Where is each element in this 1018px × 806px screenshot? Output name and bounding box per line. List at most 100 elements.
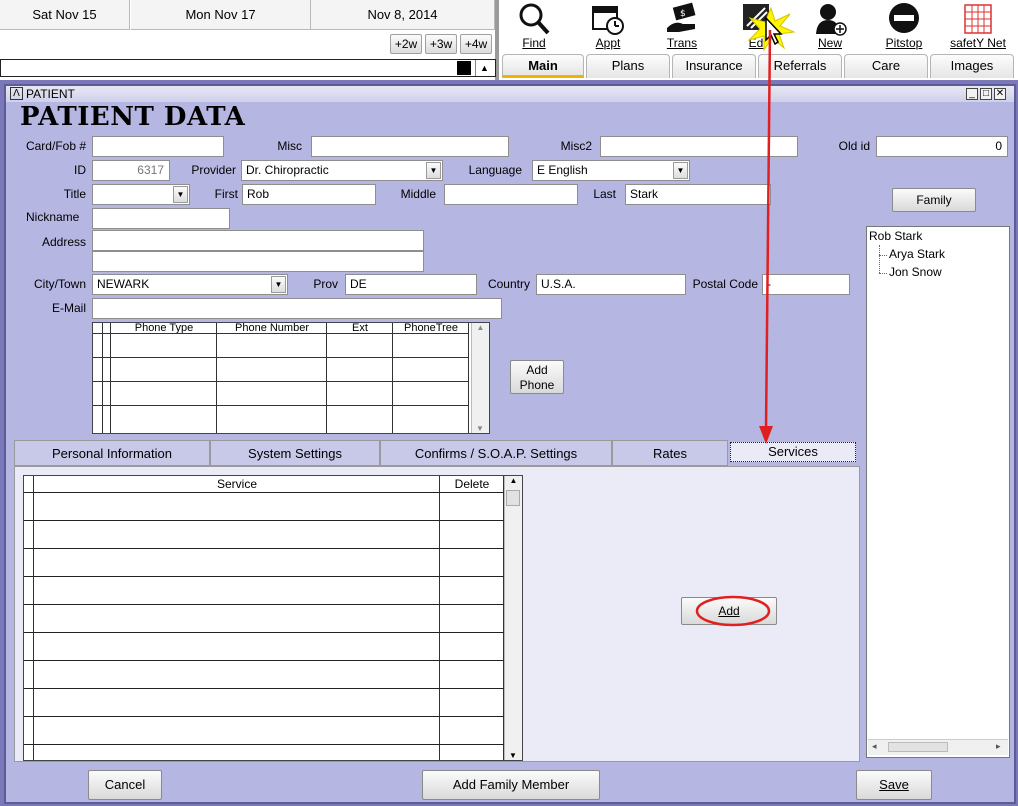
appt-label: Appt (595, 36, 621, 50)
save-button[interactable]: Save (856, 770, 932, 800)
postal-label: Postal Code (692, 277, 758, 291)
scroll-down-arrow-icon[interactable]: ▼ (472, 424, 488, 433)
delete-header: Delete (454, 477, 490, 491)
close-icon[interactable]: ✕ (994, 88, 1006, 100)
grid-line (24, 744, 504, 745)
grid-line (24, 604, 504, 605)
chevron-down-icon[interactable]: ▼ (271, 276, 286, 293)
old-id-input[interactable]: 0 (876, 136, 1008, 157)
find-button[interactable]: Find (499, 0, 569, 52)
cancel-button[interactable]: Cancel (88, 770, 162, 800)
tree-node-child[interactable]: Arya Stark (889, 247, 945, 261)
date-cell-3[interactable]: Nov 8, 2014 (311, 0, 495, 30)
tree-node-child[interactable]: Jon Snow (889, 265, 942, 279)
services-grid[interactable]: Service Delete ▲ ▼ (23, 475, 523, 761)
scroll-up-arrow-icon[interactable]: ▲ (505, 476, 522, 485)
scroll-thumb[interactable] (457, 61, 471, 75)
new-label: New (817, 36, 842, 50)
safety-net-icon (964, 4, 992, 34)
id-field: 6317 (92, 160, 170, 181)
tree-line (879, 255, 887, 256)
new-patient-icon (816, 4, 847, 36)
phone-grid-scrollbar[interactable]: ▲ ▼ (471, 323, 489, 433)
tab-personal-information[interactable]: Personal Information (14, 440, 210, 466)
grid-line (93, 333, 469, 334)
email-input[interactable] (92, 298, 502, 319)
add-family-member-button[interactable]: Add Family Member (422, 770, 600, 800)
page-title: PATIENT DATA (20, 102, 246, 132)
city-label: City/Town (33, 277, 86, 291)
title-select[interactable]: ▼ (92, 184, 190, 205)
middle-label: Middle (400, 187, 436, 201)
date-scroll-strip[interactable]: ▲ (0, 59, 496, 77)
first-name-input[interactable]: Rob (242, 184, 376, 205)
provider-select[interactable]: Dr. Chiropractic ▼ (241, 160, 443, 181)
pitstop-label: Pitstop (885, 36, 923, 50)
country-input[interactable]: U.S.A. (536, 274, 686, 295)
grid-line (93, 381, 469, 382)
new-button[interactable]: New (795, 0, 865, 52)
scroll-left-arrow-icon[interactable]: ◂ (872, 741, 877, 752)
tree-horizontal-scrollbar[interactable]: ◂ ▸ (868, 739, 1008, 755)
chevron-down-icon[interactable]: ▼ (173, 186, 188, 203)
address-line2-input[interactable] (92, 251, 424, 272)
misc-input[interactable] (311, 136, 509, 157)
phone-grid[interactable]: Phone Type Phone Number Ext PhoneTree ▲ … (92, 322, 490, 434)
phone-number-header: Phone Number (235, 322, 309, 334)
tab-confirms-soap-settings[interactable]: Confirms / S.O.A.P. Settings (380, 440, 612, 466)
prov-input[interactable]: DE (345, 274, 477, 295)
row-indicator-col (93, 323, 103, 433)
tree-line (879, 245, 880, 273)
scroll-right-arrow-icon[interactable]: ▸ (996, 741, 1001, 752)
safety-net-label: safetY Net (950, 36, 1006, 50)
safety-net-button[interactable]: safetY Net (943, 0, 1013, 52)
tree-node-root[interactable]: Rob Stark (869, 229, 922, 243)
language-select[interactable]: E English ▼ (532, 160, 690, 181)
date-cell-2[interactable]: Mon Nov 17 (131, 0, 311, 30)
chevron-down-icon[interactable]: ▼ (426, 162, 441, 179)
title-label: Title (63, 187, 86, 201)
middle-name-input[interactable] (444, 184, 578, 205)
scroll-down-arrow-icon[interactable]: ▼ (505, 751, 521, 760)
add-phone-button[interactable]: Add Phone (510, 360, 564, 394)
row-indicator-col (103, 323, 111, 433)
find-label: Find (522, 36, 546, 50)
scroll-thumb[interactable] (888, 742, 948, 752)
grid-line (93, 357, 469, 358)
scroll-up-arrow-icon[interactable]: ▲ (472, 323, 489, 332)
tab-images[interactable]: Images (930, 54, 1014, 78)
city-select[interactable]: NEWARK ▼ (92, 274, 288, 295)
trans-button[interactable]: $ Trans (647, 0, 717, 52)
last-name-input[interactable]: Stark (625, 184, 771, 205)
plus-3w-button[interactable]: +3w (425, 34, 457, 54)
chevron-down-icon[interactable]: ▼ (673, 162, 688, 179)
phone-type-col: Phone Type (111, 323, 217, 433)
provider-value: Dr. Chiropractic (246, 163, 329, 177)
tab-main[interactable]: Main (502, 54, 584, 78)
card-fob-input[interactable] (92, 136, 224, 157)
family-button[interactable]: Family (892, 188, 976, 212)
language-value: E English (537, 163, 588, 177)
minimize-icon[interactable]: _ (966, 88, 978, 100)
nickname-input[interactable] (92, 208, 230, 229)
tab-rates[interactable]: Rates (612, 440, 728, 466)
date-cell-1[interactable]: Sat Nov 15 (0, 0, 130, 30)
plus-2w-button[interactable]: +2w (390, 34, 422, 54)
tab-system-settings[interactable]: System Settings (210, 440, 380, 466)
scroll-thumb[interactable] (506, 490, 520, 506)
appt-button[interactable]: Appt (573, 0, 643, 52)
country-label: Country (487, 277, 530, 291)
maximize-icon[interactable]: □ (980, 88, 992, 100)
money-hand-icon: $ (667, 2, 696, 32)
tab-services[interactable]: Services (730, 442, 856, 462)
scroll-up-arrow-icon[interactable]: ▲ (475, 60, 493, 76)
plus-4w-button[interactable]: +4w (460, 34, 492, 54)
tab-insurance[interactable]: Insurance (672, 54, 756, 78)
pitstop-button[interactable]: Pitstop (869, 0, 939, 52)
ext-col: Ext (327, 323, 393, 433)
tab-care[interactable]: Care (844, 54, 928, 78)
family-tree[interactable]: Rob Stark Arya Stark Jon Snow ◂ ▸ (866, 226, 1010, 758)
services-grid-scrollbar[interactable]: ▲ ▼ (504, 476, 522, 760)
address-line1-input[interactable] (92, 230, 424, 251)
tab-plans[interactable]: Plans (586, 54, 670, 78)
